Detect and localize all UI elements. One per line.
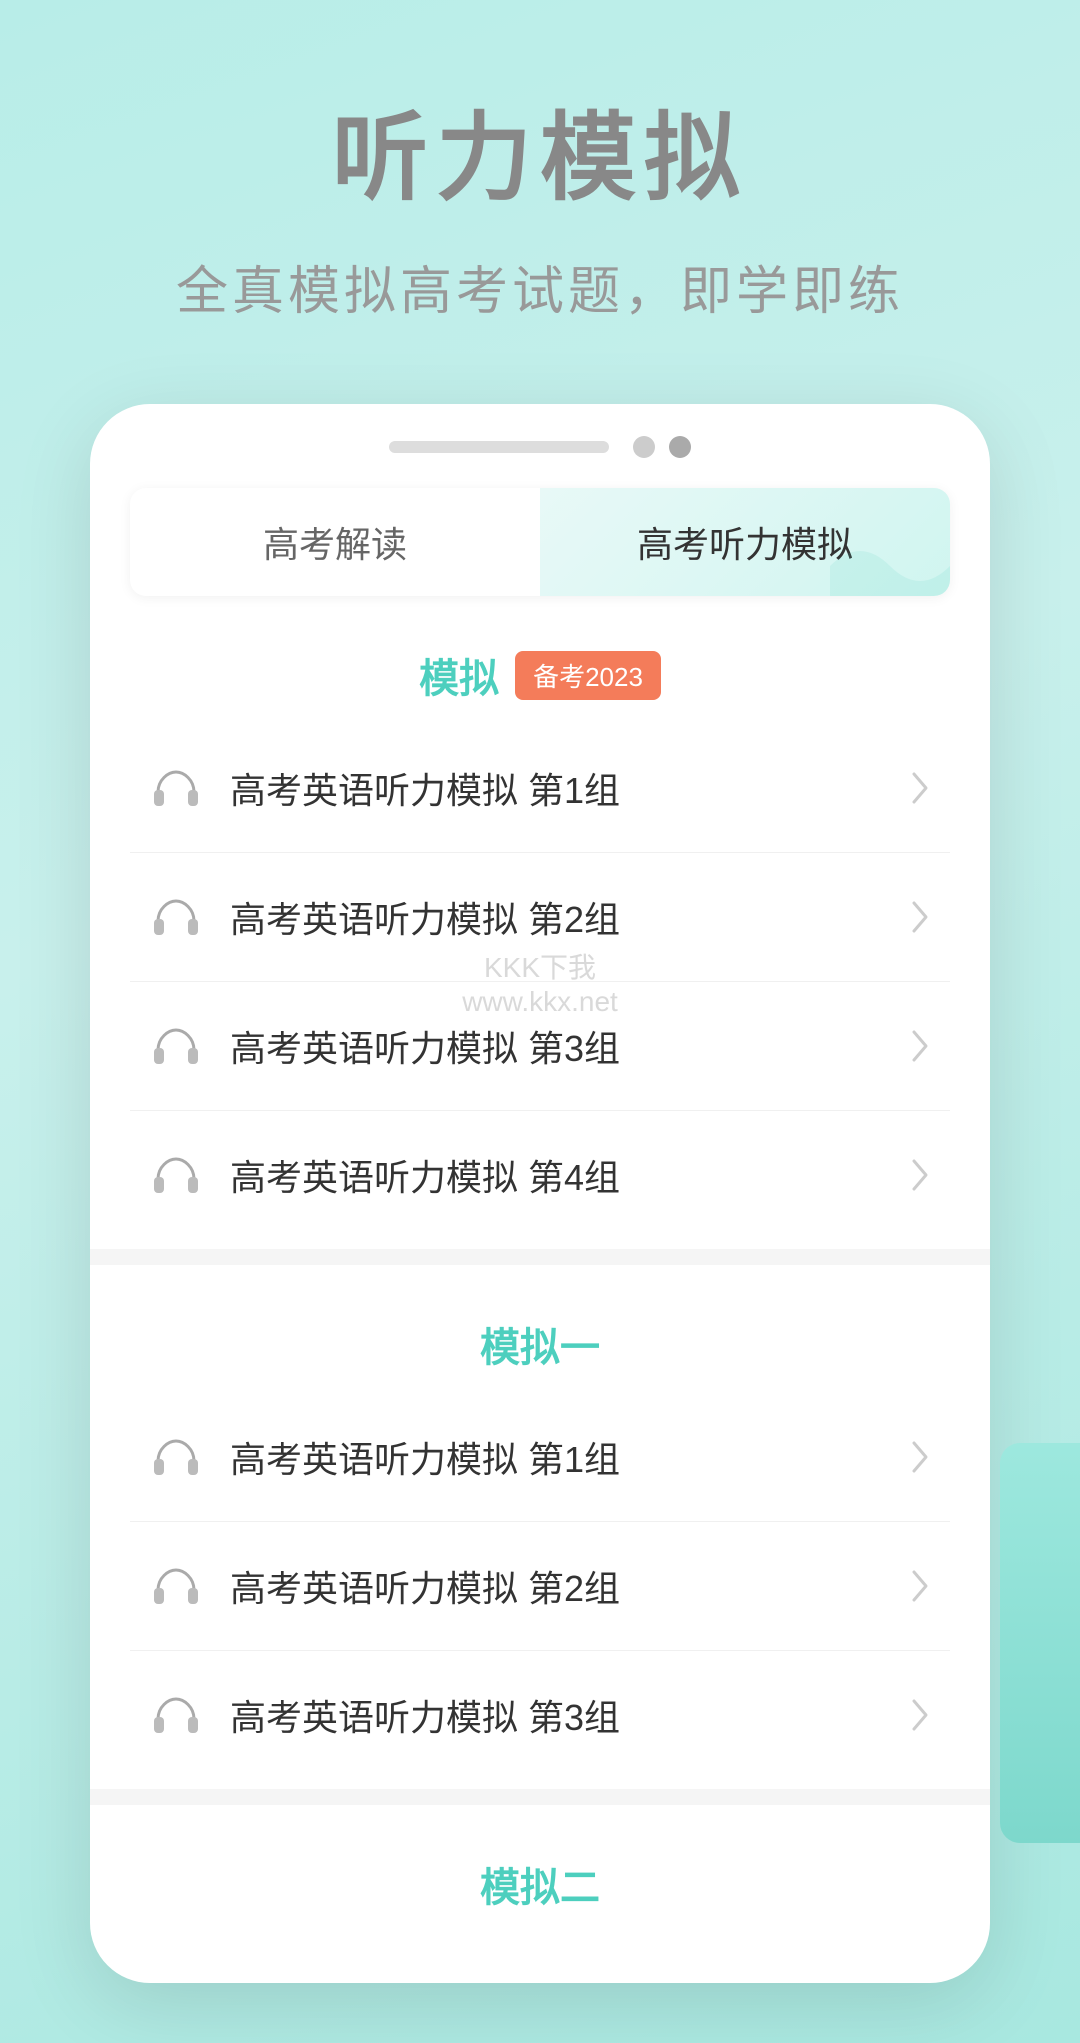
list-item-moni-2-text: 高考英语听力模拟 第2组 (230, 891, 910, 943)
section-moer-heading: 模拟二 (90, 1815, 990, 1923)
page-wrapper: 听力模拟 全真模拟高考试题，即学即练 高考解读 高考听力模拟 (0, 0, 1080, 2043)
headphone-icon-2 (150, 891, 202, 943)
list-item-moni-3[interactable]: 高考英语听力模拟 第3组 (130, 982, 950, 1111)
main-title: 听力模拟 (332, 80, 748, 219)
list-group-moni: KKK下我 www.kkx.net 高考英语听力模拟 第1组 (90, 724, 990, 1239)
phone-notch (389, 441, 609, 453)
list-item-moni-2[interactable]: 高考英语听力模拟 第2组 (130, 853, 950, 982)
chevron-right-icon (910, 770, 930, 806)
list-group-moyi: 高考英语听力模拟 第1组 高考英语听力模拟 第2组 (90, 1393, 990, 1779)
headphone-icon-6 (150, 1560, 202, 1612)
list-item-moyi-2-text: 高考英语听力模拟 第2组 (230, 1560, 910, 1612)
tab-gaokao-tingli[interactable]: 高考听力模拟 (540, 488, 950, 596)
sub-title: 全真模拟高考试题，即学即练 (176, 249, 904, 324)
list-item-moni-4-text: 高考英语听力模拟 第4组 (230, 1149, 910, 1201)
section-moni-title: 模拟 (419, 646, 499, 704)
chevron-right-icon-2 (910, 899, 930, 935)
section-moyi-heading: 模拟一 (90, 1275, 990, 1393)
list-item-moni-1[interactable]: 高考英语听力模拟 第1组 (130, 724, 950, 853)
divider-1 (90, 1249, 990, 1265)
headphone-icon-7 (150, 1689, 202, 1741)
section-moni-badge: 备考2023 (515, 651, 661, 700)
phone-dot-2 (669, 436, 691, 458)
list-item-moni-4[interactable]: 高考英语听力模拟 第4组 (130, 1111, 950, 1239)
tab-gaokao-jiedu[interactable]: 高考解读 (130, 488, 540, 596)
section-moni-heading: 模拟 备考2023 (90, 596, 990, 724)
phone-dot-1 (633, 436, 655, 458)
headphone-icon-4 (150, 1149, 202, 1201)
tab-bar: 高考解读 高考听力模拟 (130, 488, 950, 596)
list-item-moyi-1-text: 高考英语听力模拟 第1组 (230, 1431, 910, 1483)
headphone-icon (150, 762, 202, 814)
headphone-icon-5 (150, 1431, 202, 1483)
chevron-right-icon-5 (910, 1439, 930, 1475)
phone-content: 高考解读 高考听力模拟 模拟 备考2023 KKK下我 (90, 488, 990, 1983)
list-item-moni-3-text: 高考英语听力模拟 第3组 (230, 1020, 910, 1072)
phone-mockup: 高考解读 高考听力模拟 模拟 备考2023 KKK下我 (90, 404, 990, 1983)
chevron-right-icon-3 (910, 1028, 930, 1064)
list-item-moyi-1[interactable]: 高考英语听力模拟 第1组 (130, 1393, 950, 1522)
list-item-moni-1-text: 高考英语听力模拟 第1组 (230, 762, 910, 814)
phone-top-bar (90, 404, 990, 478)
section-moyi-title: 模拟一 (480, 1315, 600, 1373)
chevron-right-icon-6 (910, 1568, 930, 1604)
list-item-moyi-2[interactable]: 高考英语听力模拟 第2组 (130, 1522, 950, 1651)
wave-decoration (830, 536, 950, 596)
phone-dots (633, 436, 691, 458)
headphone-icon-3 (150, 1020, 202, 1072)
chevron-right-icon-4 (910, 1157, 930, 1193)
section-moer-title: 模拟二 (480, 1855, 600, 1913)
chevron-right-icon-7 (910, 1697, 930, 1733)
right-decoration (1000, 1443, 1080, 1843)
list-item-moyi-3[interactable]: 高考英语听力模拟 第3组 (130, 1651, 950, 1779)
divider-2 (90, 1789, 990, 1805)
list-item-moyi-3-text: 高考英语听力模拟 第3组 (230, 1689, 910, 1741)
